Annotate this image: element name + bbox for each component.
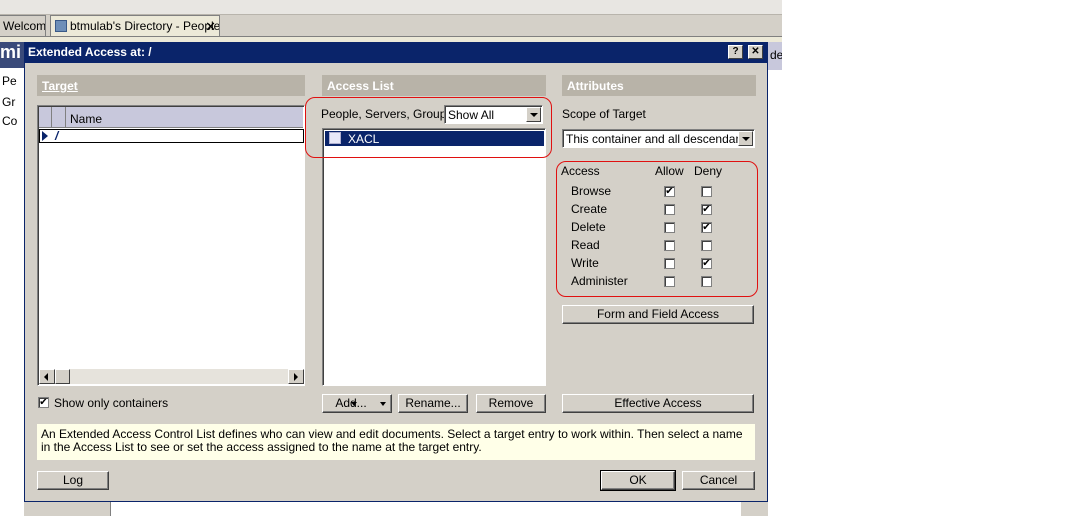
show-only-containers-label: Show only containers [54,396,169,410]
help-text-panel: An Extended Access Control List defines … [37,424,755,460]
background-right-header: de [768,42,782,70]
sidebar-item-people[interactable]: Pe [2,74,24,88]
dialog-title: Extended Access at: / [28,45,152,59]
background-sidebar: mi Pe Gr Co [0,42,24,516]
column-divider [51,107,52,127]
column-name-label: Name [70,112,103,126]
target-section-header: Target [37,75,305,96]
effective-access-button[interactable]: Effective Access [562,394,754,413]
scope-value: This container and all descendants [566,132,752,146]
help-text: An Extended Access Control List defines … [41,427,743,454]
rename-button[interactable]: Rename... [398,394,468,413]
show-only-containers-checkbox[interactable]: ✔ [38,397,49,408]
tab-welcome-label: Welcome [3,19,46,33]
annotation-ring-access-list [305,97,552,158]
access-list-box[interactable]: XACL [322,128,546,386]
scroll-thumb[interactable] [55,369,70,384]
cancel-button[interactable]: Cancel [682,471,755,490]
form-field-access-button[interactable]: Form and Field Access [562,305,754,324]
dialog-title-bar[interactable]: Extended Access at: / [24,42,768,63]
access-list-header-label: Access List [327,79,394,93]
target-row-value: / [55,129,59,143]
sidebar-item-certificates[interactable]: Co [2,114,24,128]
access-list-section-header: Access List [322,75,546,96]
scope-dropdown[interactable]: This container and all descendants [562,129,755,148]
right-header-text: de [770,48,782,62]
sidebar-item-groups[interactable]: Gr [2,95,24,109]
column-divider [65,107,66,127]
background-bottom-area [110,500,741,516]
tab-close-icon[interactable]: ✕ [205,19,216,35]
dropdown-arrow-icon [380,402,386,406]
target-tree[interactable]: Name / [37,105,305,386]
remove-button[interactable]: Remove [476,394,546,413]
target-column-header: Name [39,107,303,128]
scroll-right-button[interactable] [288,369,304,384]
checkmark-icon: ✔ [39,397,48,408]
background-toolbar [0,0,782,15]
help-button[interactable]: ? [728,45,743,59]
target-row-root[interactable]: / [39,129,304,143]
scope-of-target-label: Scope of Target [562,107,646,121]
book-icon [55,20,67,32]
ok-button[interactable]: OK [600,470,676,491]
attributes-section-header: Attributes [562,75,756,96]
chevron-down-icon[interactable] [738,131,753,146]
annotation-ring-access-rights [556,161,758,297]
add-button[interactable]: Add... [322,394,392,413]
target-header-label: Target [42,79,78,93]
background-right-panel [768,42,782,516]
sidebar-header: mi [0,42,24,68]
attributes-header-label: Attributes [567,79,624,93]
log-button[interactable]: Log [37,471,109,490]
tab-directory-people[interactable]: btmulab's Directory - People ✕ [50,15,220,37]
tab-directory-label: btmulab's Directory - People [70,19,220,33]
row-pointer-icon [42,131,48,141]
close-button[interactable]: ✕ [748,45,763,59]
scroll-track[interactable] [70,369,288,384]
scroll-left-button[interactable] [39,369,55,384]
tab-welcome[interactable]: Welcome [0,15,46,37]
add-button-label: Add... [335,396,367,410]
